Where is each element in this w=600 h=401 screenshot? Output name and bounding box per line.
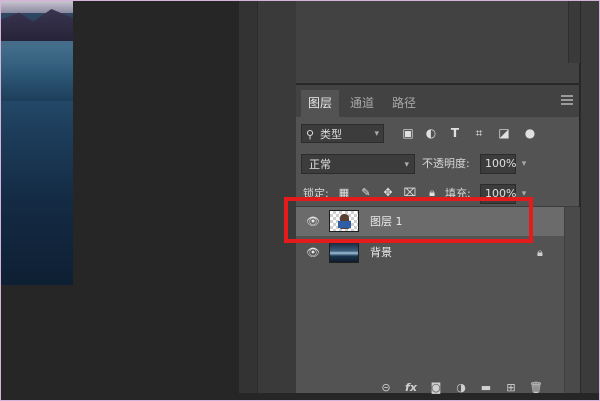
tab-paths[interactable]: 路径 (385, 90, 423, 117)
canvas-mountains (1, 9, 73, 45)
app-frame: 图层 通道 路径 ⚲ 类型 ▾ ▣ ◐ T ⌗ ◪ ● 正常 ▾ 不透明度: 1… (0, 0, 600, 401)
opacity-slider-toggle[interactable]: ▾ (518, 154, 530, 174)
filter-kind-label: 类型 (320, 128, 342, 141)
canvas-sky (1, 1, 73, 13)
visibility-eye-icon[interactable]: 👁︎ (306, 246, 320, 259)
delete-layer-icon[interactable]: 🗑︎ (528, 381, 544, 395)
lock-all-icon[interactable]: 🔒︎ (425, 184, 439, 202)
fill-input[interactable]: 100% (480, 184, 516, 204)
shape-filter-icon[interactable]: ⌗ (472, 125, 486, 141)
tab-layers[interactable]: 图层 (301, 90, 339, 117)
lock-transparency-icon[interactable]: ▦ (337, 184, 351, 202)
tab-channels[interactable]: 通道 (343, 90, 381, 117)
filter-toggle-icon[interactable]: ● (523, 125, 537, 141)
layers-bottom-toolbar: ⊝ fx ◙ ◑ ▬ ⊞ 🗑︎ (296, 381, 579, 394)
adjustment-layer-icon[interactable]: ◑ (453, 381, 469, 395)
chevron-down-icon: ▾ (374, 129, 379, 139)
panel-tab-bar: 图层 通道 路径 (296, 85, 579, 117)
filter-kind-select[interactable]: ⚲ 类型 ▾ (301, 124, 384, 143)
search-icon: ⚲ (306, 128, 315, 141)
layer-row-background[interactable]: 👁︎ 背景 🔒︎ (296, 238, 564, 267)
thumbnail-figure-body (338, 221, 351, 228)
layers-panel: 图层 通道 路径 ⚲ 类型 ▾ ▣ ◐ T ⌗ ◪ ● 正常 ▾ 不透明度: 1… (296, 85, 580, 394)
lock-position-icon[interactable]: ✥ (381, 184, 395, 202)
layer-thumbnail (329, 241, 359, 263)
layers-scrollbar[interactable] (564, 207, 580, 393)
canvas-water (1, 41, 73, 101)
visibility-eye-icon[interactable]: 👁︎ (306, 215, 320, 228)
chevron-down-icon: ▾ (404, 160, 409, 170)
canvas-image[interactable] (1, 1, 73, 285)
collapsed-panel-dock (257, 1, 296, 393)
adjustment-filter-icon[interactable]: ◐ (424, 125, 438, 141)
new-group-icon[interactable]: ▬ (478, 381, 494, 395)
link-layers-icon[interactable]: ⊝ (378, 381, 394, 395)
type-filter-icon[interactable]: T (448, 125, 462, 141)
lock-row: 锁定: ▦ ✎ ✥ ⌧ 🔒︎ 填充: 100% ▾ (296, 181, 579, 207)
opacity-input[interactable]: 100% (480, 154, 516, 174)
lock-label: 锁定: (303, 187, 329, 200)
add-mask-icon[interactable]: ◙ (428, 381, 444, 395)
panel-gutter (239, 1, 257, 393)
blend-row: 正常 ▾ 不透明度: 100% ▾ (296, 151, 579, 177)
fill-label: 填充: (445, 187, 471, 200)
panel-menu-icon[interactable] (561, 95, 573, 105)
fill-slider-toggle[interactable]: ▾ (518, 184, 530, 204)
fx-icon[interactable]: fx (403, 381, 419, 395)
layer-filter-row: ⚲ 类型 ▾ ▣ ◐ T ⌗ ◪ ● (296, 121, 579, 147)
new-layer-icon[interactable]: ⊞ (503, 381, 519, 395)
blend-mode-value: 正常 (309, 158, 331, 171)
layer-thumbnail (329, 210, 359, 232)
canvas-area[interactable] (1, 1, 239, 393)
smart-object-filter-icon[interactable]: ◪ (497, 125, 511, 141)
lock-icon: 🔒︎ (537, 246, 543, 259)
lock-pixels-icon[interactable]: ✎ (359, 184, 373, 202)
lock-artboard-icon[interactable]: ⌧ (403, 184, 417, 202)
right-dock-strip (580, 1, 599, 393)
layer-name[interactable]: 图层 1 (370, 207, 403, 236)
layer-name[interactable]: 背景 (370, 238, 392, 267)
opacity-label: 不透明度: (422, 157, 470, 170)
upper-panel (296, 1, 579, 84)
layer-row-layer1[interactable]: 👁︎ 图层 1 (296, 207, 564, 236)
image-filter-icon[interactable]: ▣ (401, 125, 415, 141)
blend-mode-select[interactable]: 正常 ▾ (301, 154, 415, 174)
